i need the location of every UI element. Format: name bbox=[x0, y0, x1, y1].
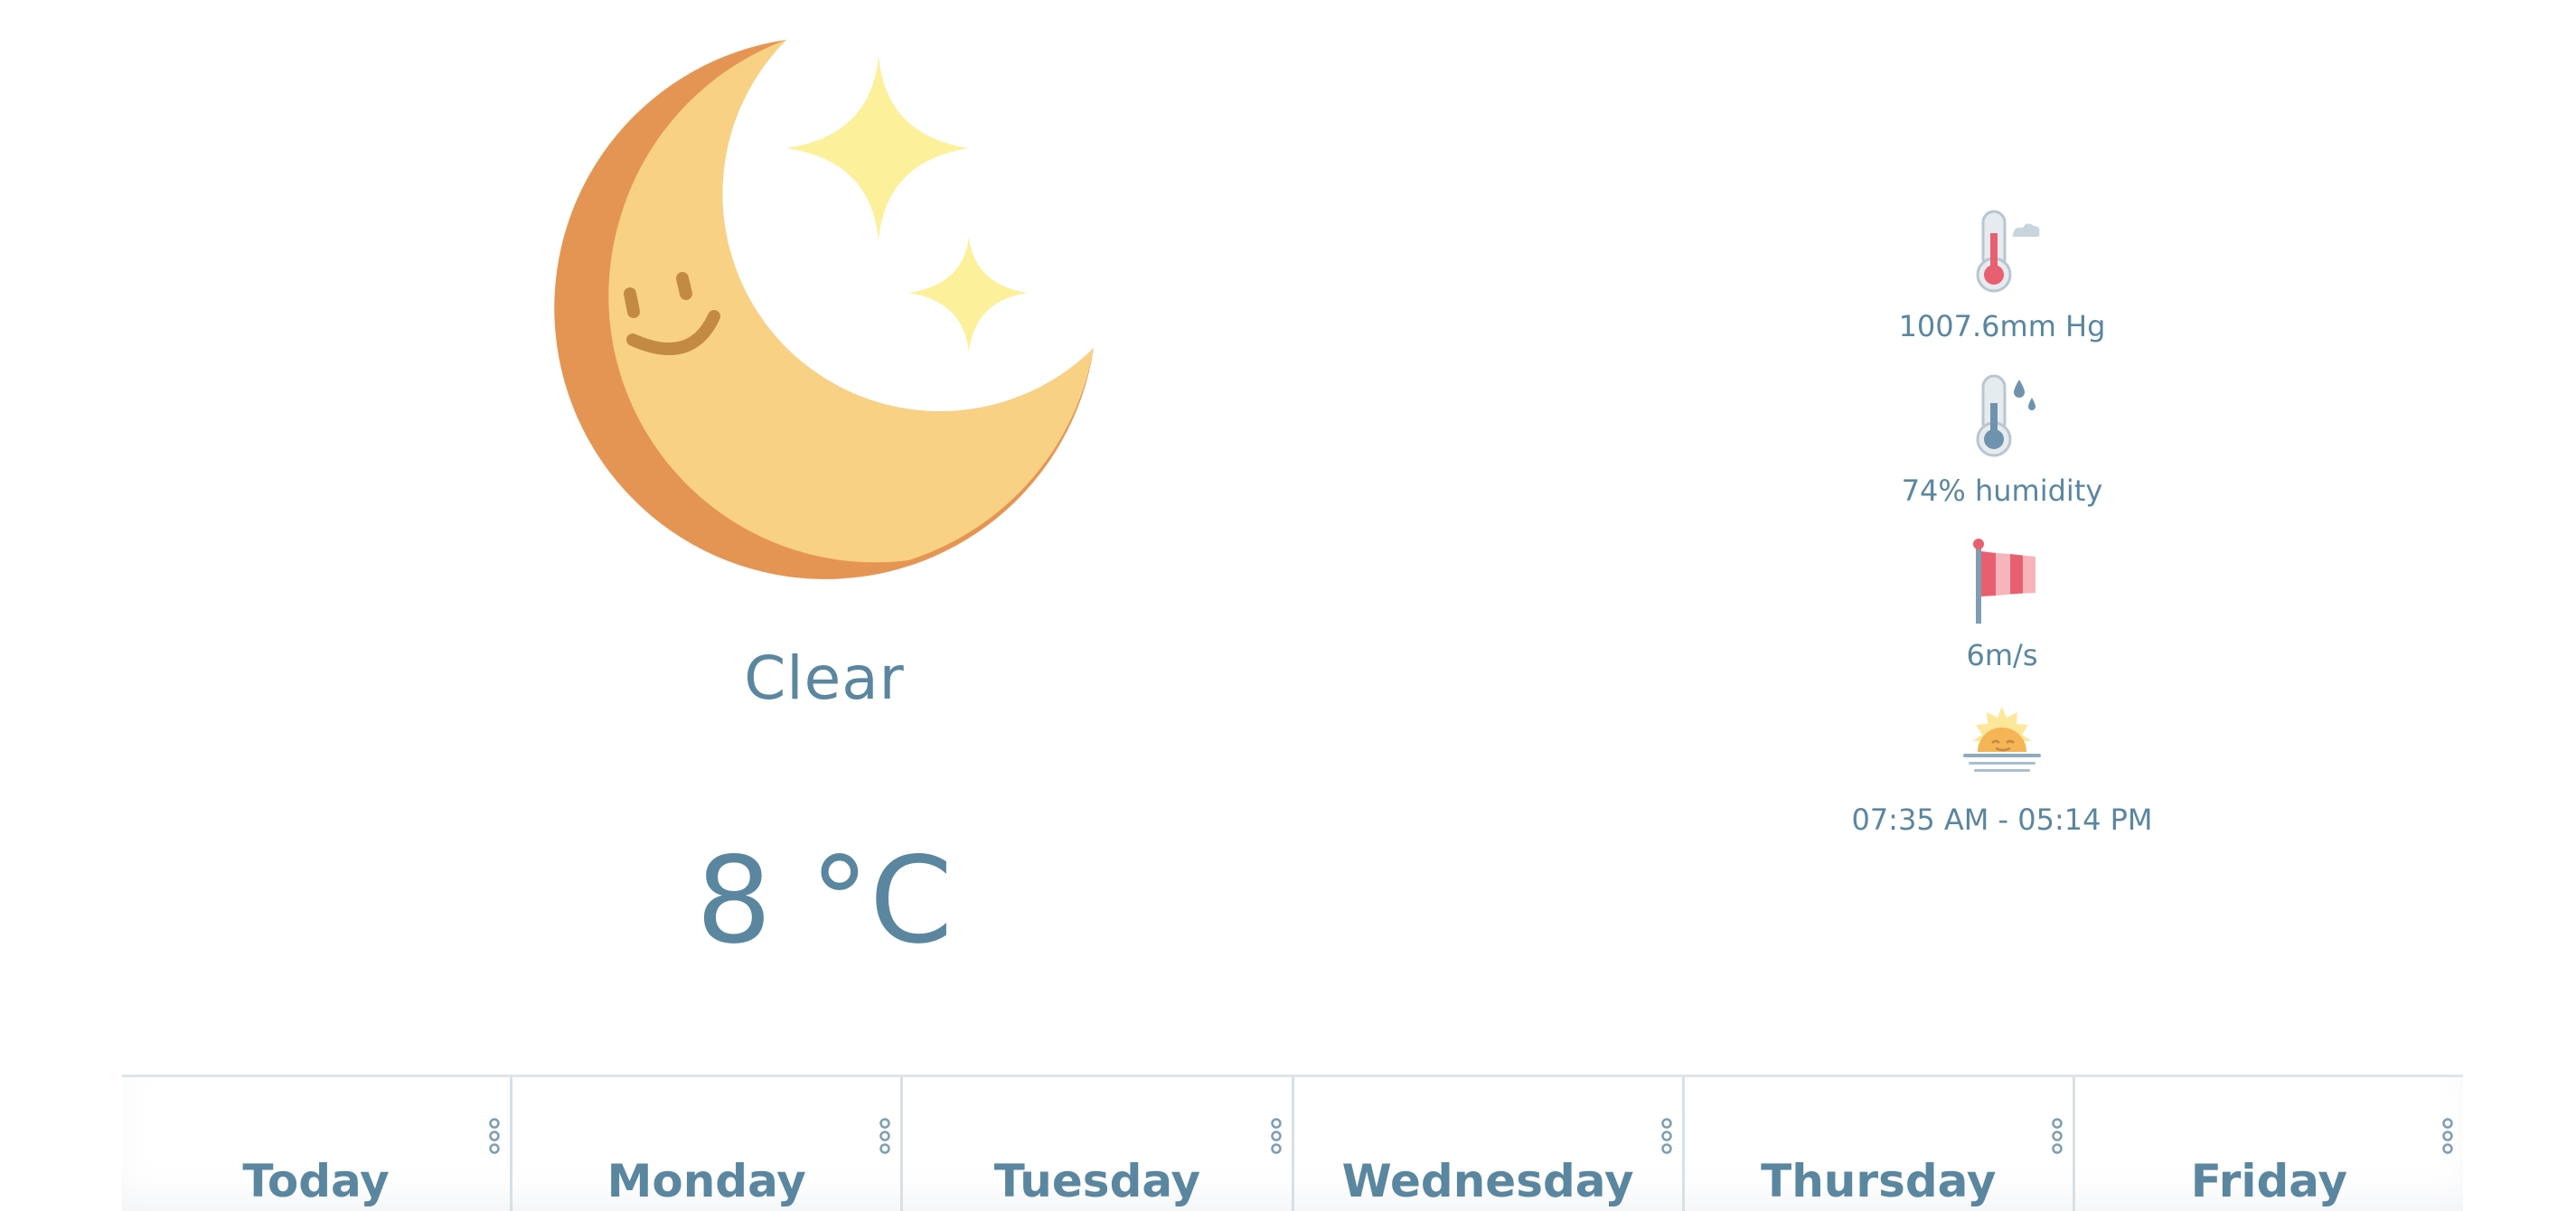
clear-night-moon-icon bbox=[554, 40, 1094, 579]
day-name: Today bbox=[242, 1155, 390, 1207]
day-name: Friday bbox=[2190, 1155, 2348, 1207]
day-name: Wednesday bbox=[1341, 1155, 1634, 1207]
windsock-icon bbox=[1973, 539, 2035, 624]
thermometer-humidity-icon bbox=[1976, 374, 2035, 457]
kebab-menu-icon[interactable] bbox=[2051, 1117, 2064, 1155]
kebab-menu-icon[interactable] bbox=[1660, 1117, 1673, 1155]
day-tab-friday[interactable]: Friday bbox=[2075, 1077, 2463, 1211]
sunrise-icon bbox=[1963, 707, 2041, 772]
day-tab-wednesday[interactable]: Wednesday bbox=[1294, 1077, 1685, 1211]
sun-times-text: 07:35 AM - 05:14 PM bbox=[1851, 803, 2153, 837]
kebab-menu-icon[interactable] bbox=[879, 1117, 891, 1155]
kebab-menu-icon[interactable] bbox=[488, 1117, 501, 1155]
humidity-text: 74% humidity bbox=[1901, 474, 2103, 508]
thermometer-cloud-icon bbox=[1976, 210, 2040, 293]
weather-condition: Clear bbox=[744, 643, 905, 713]
current-temperature: 8 °C bbox=[695, 831, 954, 971]
weather-details: 1007.6mm Hg 74% humidity 6m/s 07:35 AM -… bbox=[1731, 208, 2273, 866]
day-name: Monday bbox=[606, 1155, 806, 1207]
day-tab-thursday[interactable]: Thursday bbox=[1685, 1077, 2075, 1211]
day-tab-tuesday[interactable]: Tuesday bbox=[903, 1077, 1294, 1211]
day-name: Tuesday bbox=[993, 1155, 1201, 1207]
day-tab-today[interactable]: Today bbox=[122, 1077, 513, 1211]
pressure-text: 1007.6mm Hg bbox=[1898, 309, 2106, 343]
weather-page: Clear 8 °C 1007.6mm Hg 74% humidity 6m/s… bbox=[0, 0, 2576, 1211]
kebab-menu-icon[interactable] bbox=[1270, 1117, 1283, 1155]
humidity-detail: 74% humidity bbox=[1731, 372, 2273, 537]
wind-detail: 6m/s bbox=[1731, 537, 2273, 701]
kebab-menu-icon[interactable] bbox=[2441, 1117, 2454, 1155]
day-name: Thursday bbox=[1761, 1155, 1997, 1207]
pressure-detail: 1007.6mm Hg bbox=[1731, 208, 2273, 372]
wind-text: 6m/s bbox=[1966, 638, 2038, 672]
forecast-days: Today Monday Tuesday Wednesday Thursday … bbox=[122, 1077, 2463, 1211]
day-tab-monday[interactable]: Monday bbox=[512, 1077, 904, 1211]
sun-detail: 07:35 AM - 05:14 PM bbox=[1731, 701, 2273, 866]
